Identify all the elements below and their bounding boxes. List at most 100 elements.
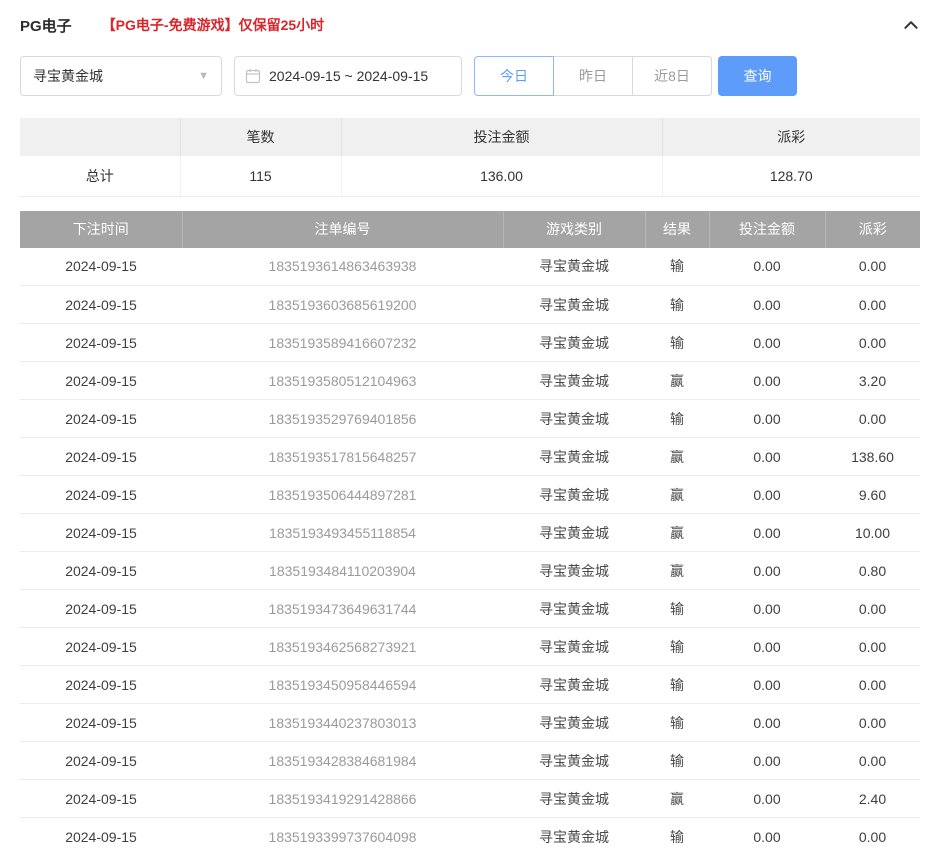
table-row: 2024-09-151835193440237803013寻宝黄金城输0.000… [20,704,920,742]
page-title: PG电子 [20,15,72,36]
table-cell: 1835193440237803013 [182,704,503,742]
bet-table-header-row: 下注时间注单编号游戏类别结果投注金额派彩 [20,211,920,248]
date-range-input[interactable]: 2024-09-15 ~ 2024-09-15 [234,56,462,96]
summary-header-count: 笔数 [180,118,341,156]
game-select-value: 寻宝黄金城 [33,66,103,86]
bet-table-body: 2024-09-151835193614863463938寻宝黄金城输0.000… [20,248,920,851]
table-cell: 赢 [645,362,709,400]
date-range-value: 2024-09-15 ~ 2024-09-15 [269,68,428,84]
table-row: 2024-09-151835193517815648257寻宝黄金城赢0.001… [20,438,920,476]
calendar-icon [245,68,261,84]
table-cell: 0.00 [825,818,920,851]
table-cell: 寻宝黄金城 [503,628,645,666]
table-cell: 寻宝黄金城 [503,286,645,324]
filter-bar: 寻宝黄金城 ▼ 2024-09-15 ~ 2024-09-15 今日昨日近8日 … [20,56,920,96]
table-row: 2024-09-151835193484110203904寻宝黄金城赢0.000… [20,552,920,590]
table-cell: 1835193462568273921 [182,628,503,666]
summary-header-row: 笔数 投注金额 派彩 [20,118,920,156]
bet-table: 下注时间注单编号游戏类别结果投注金额派彩 2024-09-15183519361… [20,211,920,851]
table-cell: 2024-09-15 [20,742,182,780]
table-cell: 输 [645,818,709,851]
table-row: 2024-09-151835193506444897281寻宝黄金城赢0.009… [20,476,920,514]
table-cell: 1835193399737604098 [182,818,503,851]
table-cell: 2024-09-15 [20,248,182,286]
table-row: 2024-09-151835193473649631744寻宝黄金城输0.000… [20,590,920,628]
table-row: 2024-09-151835193399737604098寻宝黄金城输0.000… [20,818,920,851]
game-select[interactable]: 寻宝黄金城 ▼ [20,56,222,96]
table-cell: 2024-09-15 [20,514,182,552]
table-cell: 2024-09-15 [20,476,182,514]
table-cell: 0.00 [709,438,825,476]
quick-date-buttons: 今日昨日近8日 [474,56,712,96]
panel-header: PG电子 【PG电子-免费游戏】仅保留25小时 [20,0,920,50]
table-row: 2024-09-151835193419291428866寻宝黄金城赢0.002… [20,780,920,818]
query-button[interactable]: 查询 [718,56,797,96]
quick-date-button-1[interactable]: 昨日 [553,56,633,96]
table-cell: 输 [645,324,709,362]
table-cell: 0.00 [709,666,825,704]
table-cell: 输 [645,400,709,438]
table-cell: 输 [645,590,709,628]
table-cell: 寻宝黄金城 [503,438,645,476]
table-cell: 1835193493455118854 [182,514,503,552]
table-cell: 寻宝黄金城 [503,362,645,400]
table-cell: 2024-09-15 [20,666,182,704]
table-cell: 0.00 [825,704,920,742]
summary-total-bet-amount: 136.00 [341,156,662,196]
table-cell: 9.60 [825,476,920,514]
table-cell: 寻宝黄金城 [503,818,645,851]
table-cell: 输 [645,248,709,286]
table-cell: 1835193603685619200 [182,286,503,324]
table-cell: 1835193484110203904 [182,552,503,590]
table-cell: 3.20 [825,362,920,400]
table-cell: 2024-09-15 [20,362,182,400]
table-cell: 0.00 [709,704,825,742]
table-row: 2024-09-151835193603685619200寻宝黄金城输0.000… [20,286,920,324]
table-cell: 0.00 [709,324,825,362]
table-cell: 1835193517815648257 [182,438,503,476]
quick-date-button-2[interactable]: 近8日 [632,56,712,96]
table-cell: 1835193580512104963 [182,362,503,400]
table-cell: 赢 [645,438,709,476]
table-cell: 2024-09-15 [20,704,182,742]
chevron-up-icon[interactable] [902,16,920,34]
caret-down-icon: ▼ [198,70,209,82]
table-cell: 输 [645,704,709,742]
table-cell: 寻宝黄金城 [503,590,645,628]
table-cell: 2024-09-15 [20,818,182,851]
table-cell: 0.00 [825,286,920,324]
table-cell: 寻宝黄金城 [503,742,645,780]
table-cell: 2024-09-15 [20,400,182,438]
table-cell: 寻宝黄金城 [503,514,645,552]
summary-header-bet-amount: 投注金额 [341,118,662,156]
table-cell: 寻宝黄金城 [503,666,645,704]
summary-total-count: 115 [180,156,341,196]
table-cell: 2024-09-15 [20,286,182,324]
table-cell: 1835193419291428866 [182,780,503,818]
table-cell: 2024-09-15 [20,628,182,666]
table-cell: 0.00 [825,400,920,438]
table-cell: 寻宝黄金城 [503,400,645,438]
table-cell: 2024-09-15 [20,552,182,590]
table-row: 2024-09-151835193493455118854寻宝黄金城赢0.001… [20,514,920,552]
bet-table-column-header: 注单编号 [182,211,503,248]
table-row: 2024-09-151835193462568273921寻宝黄金城输0.000… [20,628,920,666]
table-cell: 2024-09-15 [20,324,182,362]
table-cell: 0.00 [709,628,825,666]
table-cell: 1835193473649631744 [182,590,503,628]
table-cell: 输 [645,742,709,780]
table-cell: 2024-09-15 [20,590,182,628]
summary-total-label: 总计 [20,156,180,196]
table-cell: 0.00 [709,248,825,286]
table-row: 2024-09-151835193450958446594寻宝黄金城输0.000… [20,666,920,704]
table-cell: 0.00 [709,514,825,552]
table-cell: 1835193428384681984 [182,742,503,780]
table-row: 2024-09-151835193580512104963寻宝黄金城赢0.003… [20,362,920,400]
table-cell: 赢 [645,476,709,514]
table-cell: 1835193614863463938 [182,248,503,286]
bet-table-column-header: 结果 [645,211,709,248]
table-cell: 寻宝黄金城 [503,704,645,742]
table-row: 2024-09-151835193589416607232寻宝黄金城输0.000… [20,324,920,362]
quick-date-button-0[interactable]: 今日 [474,56,554,96]
table-cell: 0.00 [825,628,920,666]
